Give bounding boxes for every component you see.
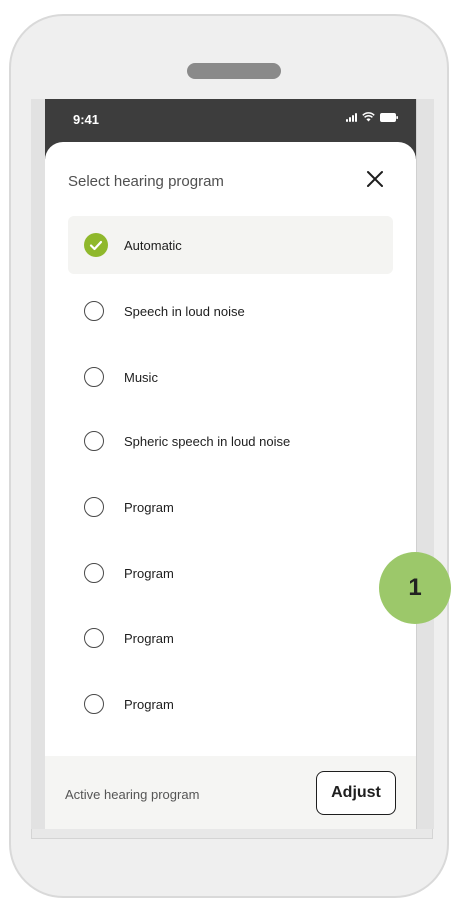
radio-button[interactable]: [84, 563, 104, 583]
program-item-program-3[interactable]: Program: [68, 609, 393, 667]
status-time: 9:41: [73, 112, 100, 127]
program-label: Program: [124, 499, 174, 515]
footer-label: Active hearing program: [65, 787, 200, 802]
radio-button[interactable]: [84, 628, 104, 648]
program-item-automatic[interactable]: Automatic: [68, 216, 393, 274]
radio-button[interactable]: [84, 431, 104, 451]
sheet-title: Select hearing program: [68, 173, 224, 190]
close-icon[interactable]: [363, 167, 387, 191]
program-label: Music: [124, 369, 158, 385]
program-item-music[interactable]: Music: [68, 348, 393, 406]
phone-speaker: [187, 63, 281, 79]
signal-icon: [346, 112, 357, 122]
wifi-icon: [362, 112, 375, 122]
radio-button[interactable]: [84, 694, 104, 714]
program-selection-sheet: Select hearing program Automatic Speech …: [45, 142, 416, 829]
program-item-spheric-speech[interactable]: Spheric speech in loud noise: [68, 412, 393, 470]
program-label: Program: [124, 696, 174, 712]
program-label: Program: [124, 565, 174, 581]
radio-button[interactable]: [84, 301, 104, 321]
checkmark-icon: [84, 233, 108, 257]
screen-background-left: [31, 99, 46, 829]
status-icons: [346, 112, 398, 122]
program-label: Spheric speech in loud noise: [124, 433, 291, 449]
program-label: Automatic: [124, 237, 182, 253]
program-item-program-2[interactable]: Program: [68, 544, 393, 602]
screen-background-right: [416, 99, 434, 829]
radio-button[interactable]: [84, 497, 104, 517]
battery-icon: [380, 112, 398, 122]
adjust-button[interactable]: Adjust: [316, 771, 396, 815]
program-label: Speech in loud noise: [124, 303, 245, 319]
radio-button[interactable]: [84, 367, 104, 387]
program-label: Program: [124, 630, 174, 646]
step-number-badge: 1: [379, 552, 451, 624]
program-item-program-1[interactable]: Program: [68, 478, 393, 536]
program-item-program-4[interactable]: Program: [68, 675, 393, 733]
program-item-speech-in-loud-noise[interactable]: Speech in loud noise: [68, 282, 393, 340]
active-program-footer: Active hearing program Adjust: [45, 756, 416, 829]
